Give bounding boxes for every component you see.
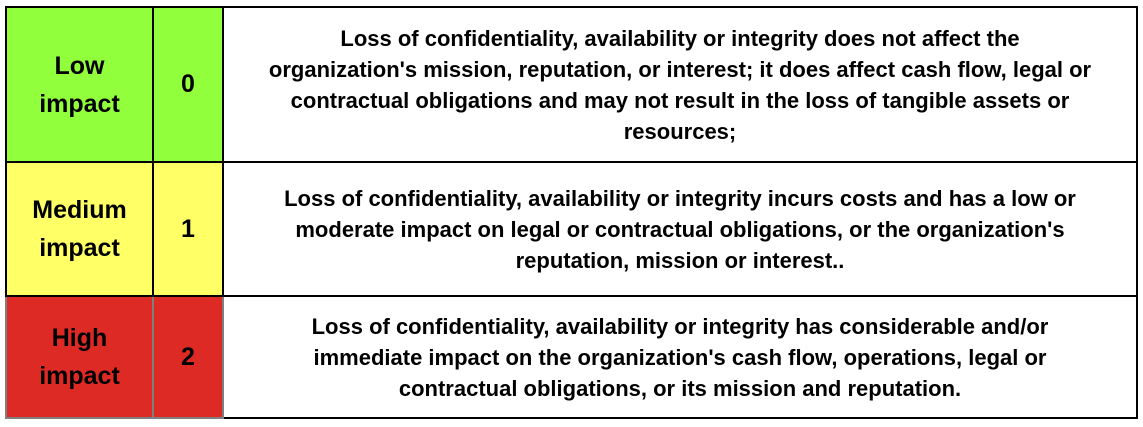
impact-row-high: High impact 2 Loss of confidentiality, a… bbox=[5, 295, 1138, 419]
impact-description-cell: Loss of confidentiality, availability or… bbox=[222, 295, 1138, 419]
impact-level-cell: Medium impact bbox=[5, 161, 154, 297]
impact-score: 0 bbox=[152, 6, 224, 163]
impact-description: Loss of confidentiality, availability or… bbox=[268, 25, 1092, 144]
impact-row-medium: Medium impact 1 Loss of confidentiality,… bbox=[5, 161, 1138, 297]
impact-description-cell: Loss of confidentiality, availability or… bbox=[222, 6, 1138, 163]
impact-score: 1 bbox=[152, 161, 224, 297]
impact-level-cell: Low impact bbox=[5, 6, 154, 163]
impact-description: Loss of confidentiality, availability or… bbox=[311, 313, 1049, 401]
impact-level-cell: High impact bbox=[5, 295, 154, 419]
impact-level-table: Low impact 0 Loss of confidentiality, av… bbox=[5, 6, 1138, 419]
impact-level-label: High bbox=[51, 324, 108, 352]
impact-level-label: Low bbox=[54, 51, 105, 80]
impact-row-low: Low impact 0 Loss of confidentiality, av… bbox=[5, 6, 1138, 163]
impact-score: 2 bbox=[152, 295, 224, 419]
impact-description: Loss of confidentiality, availability or… bbox=[284, 185, 1076, 273]
impact-level-label: impact bbox=[39, 362, 120, 390]
impact-description-cell: Loss of confidentiality, availability or… bbox=[222, 161, 1138, 297]
impact-level-label: Medium bbox=[32, 196, 127, 224]
impact-level-label: impact bbox=[39, 234, 120, 262]
impact-level-label: impact bbox=[39, 89, 120, 118]
